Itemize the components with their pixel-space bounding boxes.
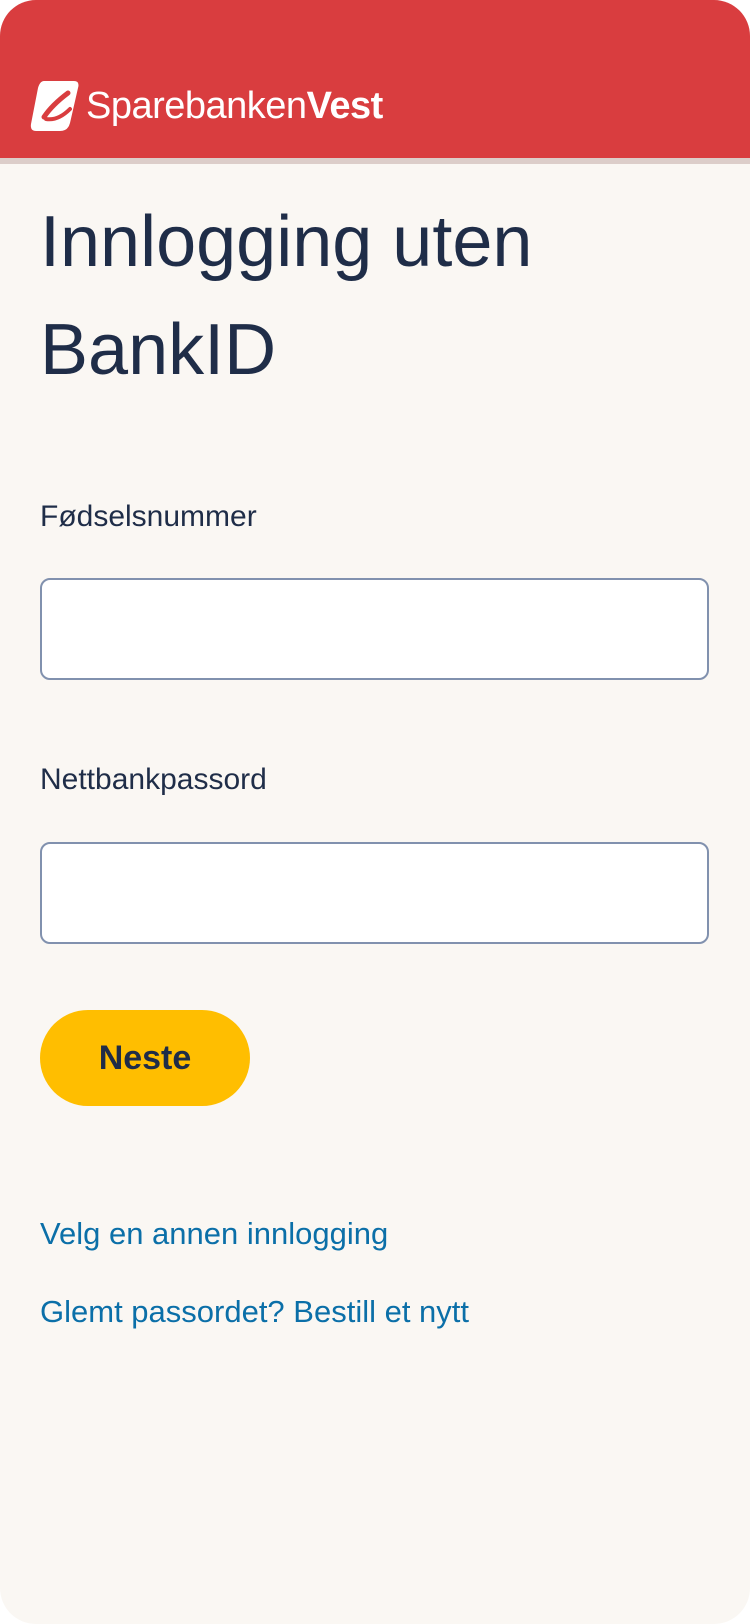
- forgot-password-link[interactable]: Glemt passordet? Bestill et nytt: [40, 1294, 469, 1330]
- login-page: SparebankenVest Innlogging uten BankID F…: [0, 0, 750, 1624]
- ssn-label: Fødselsnummer: [40, 500, 257, 533]
- next-button[interactable]: Neste: [40, 1010, 250, 1106]
- logo-text-light: Sparebanken: [86, 84, 307, 127]
- password-input[interactable]: [40, 842, 709, 944]
- logo-text: SparebankenVest: [86, 85, 383, 128]
- app-header: SparebankenVest: [0, 0, 750, 158]
- page-title: Innlogging uten BankID: [40, 202, 533, 390]
- bank-logo[interactable]: SparebankenVest: [30, 78, 383, 134]
- ssn-input[interactable]: [40, 578, 709, 680]
- logo-text-bold: Vest: [306, 84, 384, 127]
- header-divider: [0, 158, 750, 164]
- other-login-link[interactable]: Velg en annen innlogging: [40, 1216, 388, 1252]
- password-label: Nettbankpassord: [40, 763, 267, 796]
- sparebanken-vest-logo-icon: [30, 81, 79, 131]
